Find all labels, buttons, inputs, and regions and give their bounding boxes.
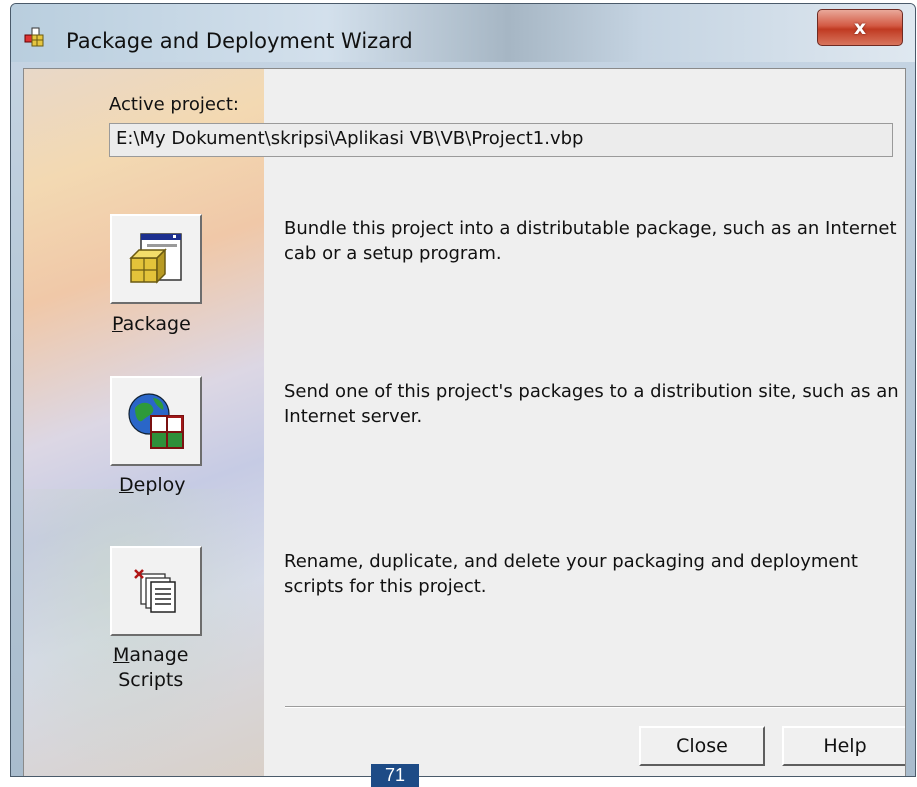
footer-separator bbox=[285, 706, 905, 708]
page-number-badge: 71 bbox=[371, 764, 419, 787]
close-icon: x bbox=[853, 16, 867, 39]
manage-scripts-button[interactable] bbox=[110, 546, 202, 636]
wizard-app-icon bbox=[24, 27, 44, 47]
active-project-path: E:\My Dokument\skripsi\Aplikasi VB\VB\Pr… bbox=[116, 128, 584, 149]
window-close-button[interactable]: x bbox=[817, 9, 903, 46]
window-title: Package and Deployment Wizard bbox=[66, 29, 413, 53]
active-project-path-field[interactable]: E:\My Dokument\skripsi\Aplikasi VB\VB\Pr… bbox=[109, 123, 893, 157]
manage-scripts-label: Manage Scripts bbox=[113, 644, 189, 691]
deploy-description: Send one of this project's packages to a… bbox=[284, 381, 899, 427]
wizard-window: Package and Deployment Wizard x Active p… bbox=[10, 3, 916, 777]
globe-deploy-icon bbox=[128, 393, 184, 449]
close-button[interactable]: Close bbox=[639, 726, 765, 766]
package-icon bbox=[129, 233, 182, 284]
package-label: Package bbox=[112, 313, 191, 335]
title-bar[interactable]: Package and Deployment Wizard x bbox=[11, 4, 915, 62]
manage-scripts-description: Rename, duplicate, and delete your packa… bbox=[284, 551, 858, 597]
help-button[interactable]: Help bbox=[782, 726, 905, 766]
active-project-label: Active project: bbox=[109, 94, 239, 115]
scripts-icon bbox=[134, 569, 176, 613]
deploy-label: Deploy bbox=[119, 474, 186, 496]
package-button[interactable] bbox=[110, 214, 202, 304]
deploy-button[interactable] bbox=[110, 376, 202, 466]
package-description: Bundle this project into a distributable… bbox=[284, 218, 897, 264]
wizard-client-area: Active project: E:\My Dokument\skripsi\A… bbox=[23, 68, 906, 776]
